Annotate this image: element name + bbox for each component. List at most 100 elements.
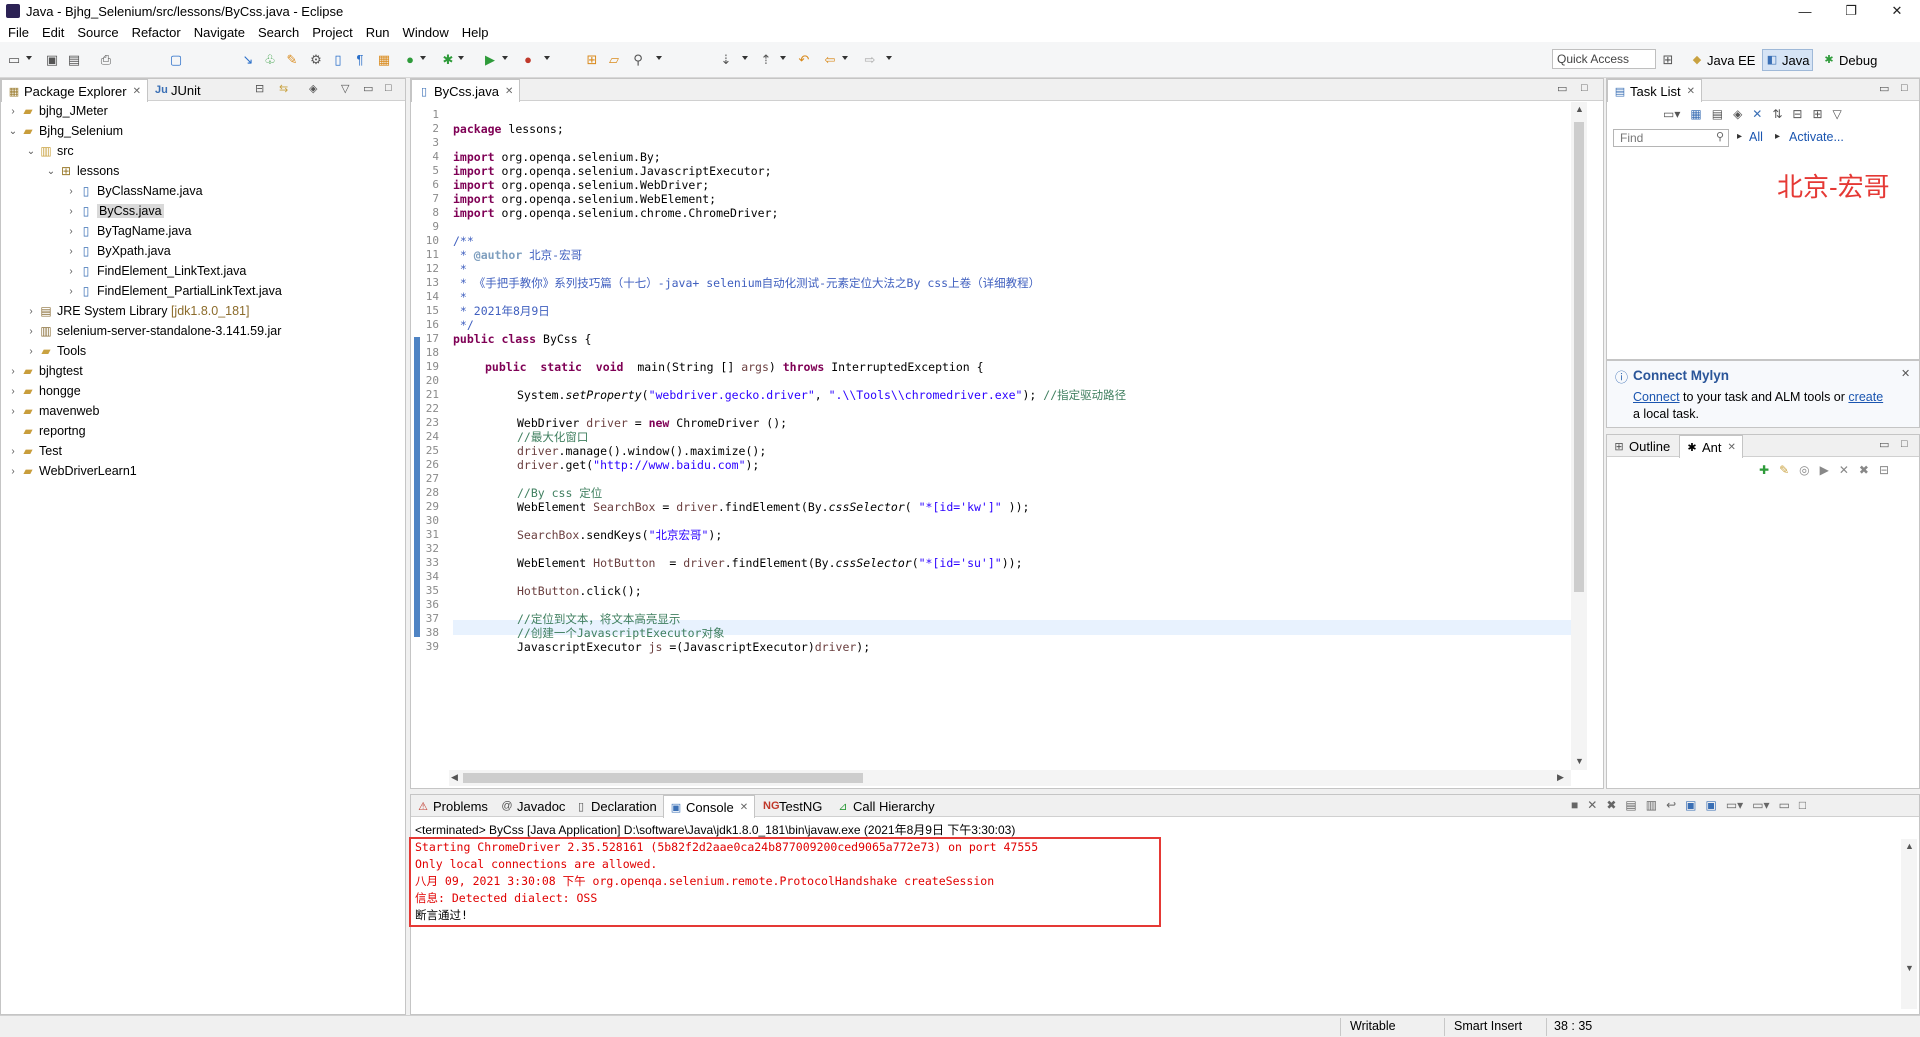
scrollbar-thumb[interactable] bbox=[463, 773, 863, 783]
hide-internal-targets-icon[interactable]: ◎ bbox=[1799, 463, 1809, 477]
close-tab-icon[interactable]: ✕ bbox=[740, 802, 748, 813]
save-icon[interactable]: ▣ bbox=[44, 52, 60, 68]
collapse-arrow-icon[interactable]: ⌄ bbox=[7, 126, 19, 137]
tree-item-project[interactable]: › ▰ bjhg_JMeter bbox=[7, 101, 107, 121]
expand-arrow-icon[interactable]: › bbox=[7, 406, 19, 417]
scroll-lock-icon[interactable]: ▥ bbox=[1646, 798, 1657, 812]
menu-run[interactable]: Run bbox=[362, 25, 399, 40]
menu-file[interactable]: File bbox=[4, 25, 38, 40]
terminate-icon[interactable]: ■ bbox=[1571, 798, 1578, 812]
categorized-icon[interactable]: ▦ bbox=[1690, 107, 1701, 121]
remove-all-terminated-icon[interactable]: ✖ bbox=[1606, 798, 1616, 812]
block-selection-icon[interactable]: ▯ bbox=[330, 52, 346, 68]
minimize-button[interactable]: — bbox=[1782, 0, 1828, 22]
expand-arrow-icon[interactable]: › bbox=[7, 366, 19, 377]
menu-search[interactable]: Search bbox=[254, 25, 308, 40]
run-target-icon[interactable]: ▶ bbox=[1820, 463, 1829, 477]
maximize-view-icon[interactable]: □ bbox=[1581, 82, 1588, 94]
scroll-left-icon[interactable]: ◀ bbox=[451, 772, 458, 783]
tree-item-java-file[interactable]: › ▯ ByClassName.java bbox=[65, 181, 202, 201]
tree-item-project[interactable]: › ▰ hongge bbox=[7, 381, 80, 401]
tree-item-project[interactable]: ▰ reportng bbox=[7, 421, 85, 441]
run-dropdown-icon[interactable] bbox=[502, 56, 508, 60]
menu-help[interactable]: Help bbox=[458, 25, 498, 40]
search-dropdown-icon[interactable] bbox=[656, 56, 662, 60]
testng-dropdown-icon[interactable] bbox=[420, 56, 426, 60]
expand-arrow-icon[interactable]: › bbox=[65, 266, 77, 277]
remove-launch-icon[interactable]: ✕ bbox=[1587, 798, 1597, 812]
next-annotation-dropdown-icon[interactable] bbox=[742, 56, 748, 60]
tab-problems[interactable]: ⚠ Problems bbox=[411, 795, 494, 817]
tree-item-folder[interactable]: › ▰ Tools bbox=[25, 341, 86, 361]
terminal-icon[interactable]: ▢ bbox=[168, 52, 184, 68]
run-icon[interactable]: ▶ bbox=[482, 52, 498, 68]
collapse-all-icon[interactable]: ⊟ bbox=[255, 82, 264, 95]
back-dropdown-icon[interactable] bbox=[842, 56, 848, 60]
expand-arrow-icon[interactable]: › bbox=[7, 386, 19, 397]
previous-annotation-dropdown-icon[interactable] bbox=[780, 56, 786, 60]
scheduled-icon[interactable]: ▤ bbox=[1712, 107, 1723, 121]
hide-completed-icon[interactable]: ◈ bbox=[1733, 107, 1742, 121]
build-icon[interactable]: ▦ bbox=[376, 52, 392, 68]
menu-navigate[interactable]: Navigate bbox=[190, 25, 254, 40]
pin-console-icon[interactable]: ▭▾ bbox=[1726, 798, 1743, 812]
tree-item-java-file[interactable]: › ▯ ByTagName.java bbox=[65, 221, 191, 241]
next-annotation-icon[interactable]: ⇣ bbox=[718, 52, 734, 68]
menu-project[interactable]: Project bbox=[308, 25, 361, 40]
tab-console[interactable]: ▣ Console ✕ bbox=[663, 795, 756, 818]
tree-item-project[interactable]: › ▰ bjhgtest bbox=[7, 361, 82, 381]
view-menu-icon[interactable]: ▽ bbox=[1833, 107, 1842, 121]
close-tab-icon[interactable]: ✕ bbox=[1687, 86, 1695, 97]
toggle-mark-occurrences-icon[interactable]: ✎ bbox=[284, 52, 300, 68]
debug-dropdown-icon[interactable] bbox=[458, 56, 464, 60]
connect-link[interactable]: Connect bbox=[1633, 390, 1680, 404]
expand-arrow-icon[interactable]: › bbox=[65, 226, 77, 237]
create-link[interactable]: create bbox=[1848, 390, 1883, 404]
menu-source[interactable]: Source bbox=[73, 25, 127, 40]
minimize-view-icon[interactable]: ▭ bbox=[363, 82, 373, 95]
expand-arrow-icon[interactable]: › bbox=[65, 286, 77, 297]
debug-icon[interactable]: ✱ bbox=[440, 52, 456, 68]
tab-ant[interactable]: ✱ Ant ✕ bbox=[1679, 435, 1743, 458]
new-dropdown-icon[interactable] bbox=[26, 56, 32, 60]
testng-icon[interactable]: ● bbox=[402, 52, 418, 68]
show-whitespace-icon[interactable]: ¶ bbox=[352, 52, 368, 68]
sync-icon[interactable]: ⇅ bbox=[1772, 107, 1782, 121]
collapse-arrow-icon[interactable]: ⌄ bbox=[45, 166, 57, 177]
expand-arrow-icon[interactable]: › bbox=[7, 466, 19, 477]
tree-item-project[interactable]: › ▰ WebDriverLearn1 bbox=[7, 461, 136, 481]
new-file-icon[interactable]: ▭ bbox=[6, 52, 22, 68]
collapse-arrow-icon[interactable]: ⌄ bbox=[25, 146, 37, 157]
new-java-package-icon[interactable]: ⊞ bbox=[584, 52, 600, 68]
collapse-icon[interactable]: ⊟ bbox=[1879, 463, 1889, 477]
scroll-down-icon[interactable]: ▼ bbox=[1575, 756, 1584, 766]
tree-item-source-folder[interactable]: ⌄ ▥ src bbox=[25, 141, 74, 161]
task-find-field[interactable]: Find ⚲ bbox=[1613, 129, 1729, 147]
minimize-view-icon[interactable]: ▭ bbox=[1557, 82, 1567, 95]
tree-item-project[interactable]: ⌄ ▰ Bjhg_Selenium bbox=[7, 121, 123, 141]
remove-icon[interactable]: ✕ bbox=[1839, 463, 1849, 477]
tree-item-java-file[interactable]: › ▯ FindElement_PartialLinkText.java bbox=[65, 281, 282, 301]
expand-arrow-icon[interactable]: › bbox=[65, 246, 77, 257]
maximize-view-icon[interactable]: □ bbox=[385, 82, 392, 94]
new-task-icon[interactable]: ▭▾ bbox=[1663, 107, 1680, 121]
minimize-view-icon[interactable]: ▭ bbox=[1779, 798, 1790, 812]
scroll-down-icon[interactable]: ▼ bbox=[1905, 963, 1914, 973]
minimize-view-icon[interactable]: ▭ bbox=[1879, 438, 1889, 451]
print-icon[interactable]: ⎙ bbox=[98, 52, 114, 68]
tree-item-jar[interactable]: › ▥ selenium-server-standalone-3.141.59.ja… bbox=[25, 321, 281, 341]
open-perspective-icon[interactable]: ⊞ bbox=[1660, 52, 1676, 68]
previous-annotation-icon[interactable]: ⇡ bbox=[758, 52, 774, 68]
minimize-view-icon[interactable]: ▭ bbox=[1879, 82, 1889, 95]
activate-link[interactable]: Activate... bbox=[1789, 130, 1844, 144]
tab-outline[interactable]: ⊞ Outline bbox=[1607, 435, 1676, 457]
expand-arrow-icon[interactable]: › bbox=[65, 186, 77, 197]
tab-declaration[interactable]: ▯ Declaration bbox=[569, 795, 663, 817]
all-link[interactable]: All bbox=[1749, 130, 1763, 144]
focus-icon[interactable]: ✕ bbox=[1752, 107, 1762, 121]
scroll-right-icon[interactable]: ▶ bbox=[1557, 772, 1564, 783]
maximize-view-icon[interactable]: □ bbox=[1799, 798, 1806, 812]
menu-edit[interactable]: Edit bbox=[38, 25, 73, 40]
clear-console-icon[interactable]: ▤ bbox=[1625, 798, 1636, 812]
tab-package-explorer[interactable]: ▦ Package Explorer ✕ bbox=[1, 79, 149, 102]
